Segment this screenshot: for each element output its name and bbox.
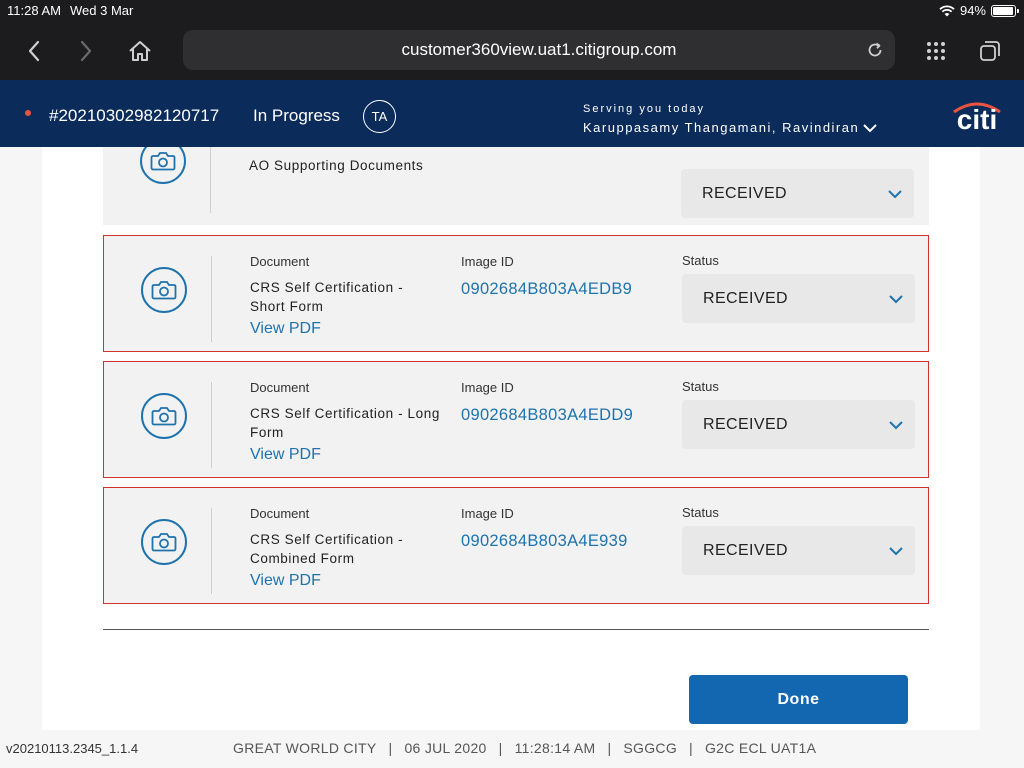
battery-icon	[991, 4, 1019, 17]
divider	[210, 147, 211, 213]
document-card: Document CRS Self Certification - Short …	[103, 235, 929, 352]
view-pdf-link[interactable]: View PDF	[250, 446, 321, 464]
document-name-line2: Short Form	[250, 299, 324, 314]
document-name: AO Supporting Documents	[249, 158, 424, 173]
forward-icon[interactable]	[68, 34, 104, 68]
chevron-down-icon	[889, 421, 903, 430]
citi-logo: citi	[948, 98, 1006, 135]
chevron-down-icon	[889, 295, 903, 304]
ios-status-bar: 11:28 AM Wed 3 Mar 94%	[0, 0, 1024, 22]
section-divider	[103, 629, 929, 630]
status-value: RECEIVED	[703, 415, 788, 433]
status-value: RECEIVED	[703, 289, 788, 307]
url-text: customer360view.uat1.citigroup.com	[401, 40, 677, 59]
status-label: Status	[682, 505, 719, 520]
app-version: v20210113.2345_1.1.4	[6, 741, 139, 756]
camera-icon[interactable]	[141, 519, 187, 565]
status-select[interactable]: RECEIVED	[681, 169, 914, 218]
view-pdf-link[interactable]: View PDF	[250, 572, 321, 590]
document-label: Document	[250, 506, 310, 521]
image-id-link[interactable]: 0902684B803A4E939	[461, 532, 628, 551]
status-date: Wed 3 Mar	[70, 3, 134, 18]
document-name: CRS Self Certification - Combined Form	[250, 530, 455, 568]
back-icon[interactable]	[16, 34, 52, 68]
image-id-label: Image ID	[461, 380, 514, 395]
footer-separator: |	[388, 740, 393, 756]
case-number: #20210302982120717	[49, 106, 220, 125]
serving-label: Serving you today	[583, 103, 706, 115]
documents-panel: AO Supporting Documents RECEIVED Documen…	[42, 147, 980, 730]
footer-region: SGGCG	[623, 740, 678, 756]
document-name-line2: Combined Form	[250, 551, 355, 566]
document-card: Document CRS Self Certification - Combin…	[103, 487, 929, 604]
status-label: Status	[682, 253, 719, 268]
document-label: Document	[250, 254, 310, 269]
camera-icon[interactable]	[141, 393, 187, 439]
document-name-line1: CRS Self Certification - Long	[250, 406, 440, 421]
divider	[211, 508, 212, 594]
chevron-down-icon	[863, 123, 877, 132]
image-id-label: Image ID	[461, 506, 514, 521]
document-card: AO Supporting Documents RECEIVED	[103, 147, 929, 225]
footer-time: 11:28:14 AM	[514, 740, 596, 756]
footer-env: G2C ECL UAT1A	[704, 740, 817, 756]
chevron-down-icon	[889, 547, 903, 556]
status-value: RECEIVED	[702, 184, 787, 202]
app-header: #20210302982120717 In Progress TA Servin…	[0, 80, 1024, 147]
footer-separator: |	[498, 740, 503, 756]
document-name-line2: Form	[250, 425, 284, 440]
battery-percent: 94%	[959, 3, 986, 18]
status-time: 11:28 AM	[7, 3, 61, 18]
status-select[interactable]: RECEIVED	[682, 526, 915, 575]
done-button[interactable]: Done	[689, 675, 908, 724]
footer-branch: GREAT WORLD CITY	[233, 740, 377, 756]
avatar[interactable]: TA	[363, 100, 396, 133]
status-value: RECEIVED	[703, 541, 788, 559]
status-right-group: 94%	[939, 3, 1019, 18]
apps-grid-icon[interactable]	[918, 34, 954, 68]
camera-icon[interactable]	[140, 147, 186, 184]
tabs-icon[interactable]	[972, 34, 1008, 68]
document-name-line1: CRS Self Certification -	[250, 532, 404, 547]
document-name-line1: CRS Self Certification -	[250, 280, 404, 295]
document-name: CRS Self Certification - Short Form	[250, 278, 455, 316]
footer-separator: |	[607, 740, 612, 756]
image-id-label: Image ID	[461, 254, 514, 269]
status-select[interactable]: RECEIVED	[682, 274, 915, 323]
status-dot	[25, 110, 31, 116]
view-pdf-link[interactable]: View PDF	[250, 320, 321, 338]
divider	[211, 382, 212, 468]
address-bar[interactable]: customer360view.uat1.citigroup.com	[183, 30, 895, 70]
document-card: Document CRS Self Certification - Long F…	[103, 361, 929, 478]
image-id-link[interactable]: 0902684B803A4EDB9	[461, 280, 632, 299]
agent-name: Karuppasamy Thangamani, Ravindiran	[583, 120, 860, 135]
footer-info: GREAT WORLD CITY | 06 JUL 2020 | 11:28:1…	[233, 740, 816, 756]
wifi-icon	[939, 4, 955, 16]
image-id-link[interactable]: 0902684B803A4EDD9	[461, 406, 633, 425]
reload-icon[interactable]	[863, 38, 887, 62]
divider	[211, 256, 212, 342]
case-status: In Progress	[253, 106, 340, 125]
status-label: Status	[682, 379, 719, 394]
document-name: CRS Self Certification - Long Form	[250, 404, 455, 442]
chevron-down-icon	[888, 190, 902, 199]
agent-selector[interactable]: Karuppasamy Thangamani, Ravindiran	[583, 120, 877, 135]
camera-icon[interactable]	[141, 267, 187, 313]
document-label: Document	[250, 380, 310, 395]
home-icon[interactable]	[122, 34, 158, 68]
logo-text: citi	[957, 104, 997, 132]
footer-separator: |	[689, 740, 693, 756]
footer-date: 06 JUL 2020	[404, 740, 487, 756]
status-select[interactable]: RECEIVED	[682, 400, 915, 449]
browser-toolbar: customer360view.uat1.citigroup.com	[0, 22, 1024, 80]
